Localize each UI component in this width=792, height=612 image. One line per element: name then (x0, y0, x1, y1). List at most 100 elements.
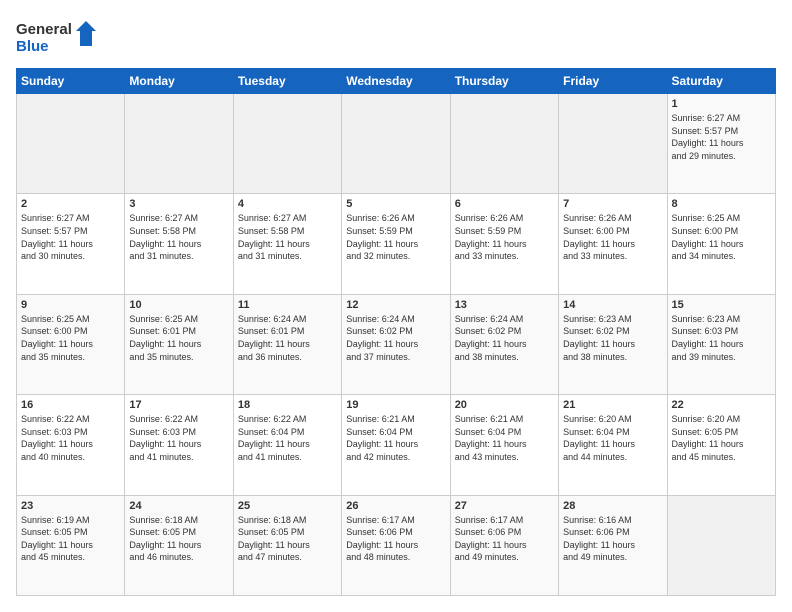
svg-text:Blue: Blue (16, 38, 49, 55)
day-info: Sunrise: 6:18 AM Sunset: 6:05 PM Dayligh… (129, 514, 228, 564)
calendar-cell: 26 Sunrise: 6:17 AM Sunset: 6:06 PM Dayli… (342, 495, 450, 595)
day-info: Sunrise: 6:24 AM Sunset: 6:02 PM Dayligh… (455, 313, 554, 363)
calendar-cell: 28Sunrise: 6:16 AM Sunset: 6:06 PM Dayli… (559, 495, 667, 595)
day-number: 27 (455, 500, 554, 512)
day-number: 15 (672, 299, 771, 311)
day-info: Sunrise: 6:18 AM Sunset: 6:05 PM Dayligh… (238, 514, 337, 564)
day-number: 23 (21, 500, 120, 512)
calendar-body: 1 Sunrise: 6:27 AM Sunset: 5:57 PM Daylig… (17, 94, 776, 596)
weekday-sunday: Sunday (17, 69, 125, 94)
weekday-tuesday: Tuesday (233, 69, 341, 94)
calendar-cell: 17 Sunrise: 6:22 AM Sunset: 6:03 PM Dayli… (125, 395, 233, 495)
weekday-saturday: Saturday (667, 69, 775, 94)
calendar-cell: 22Sunrise: 6:20 AM Sunset: 6:05 PM Dayli… (667, 395, 775, 495)
week-row-4: 23 Sunrise: 6:19 AM Sunset: 6:05 PM Dayli… (17, 495, 776, 595)
day-info: Sunrise: 6:17 AM Sunset: 6:06 PM Dayligh… (455, 514, 554, 564)
calendar-cell: 27 Sunrise: 6:17 AM Sunset: 6:06 PM Dayli… (450, 495, 558, 595)
day-info: Sunrise: 6:27 AM Sunset: 5:58 PM Dayligh… (129, 212, 228, 262)
day-number: 24 (129, 500, 228, 512)
logo: General Blue (16, 16, 96, 58)
day-number: 17 (129, 399, 228, 411)
day-number: 4 (238, 198, 337, 210)
calendar-cell: 25 Sunrise: 6:18 AM Sunset: 6:05 PM Dayli… (233, 495, 341, 595)
day-info: Sunrise: 6:17 AM Sunset: 6:06 PM Dayligh… (346, 514, 445, 564)
day-info: Sunrise: 6:26 AM Sunset: 6:00 PM Dayligh… (563, 212, 662, 262)
header: General Blue (16, 16, 776, 58)
day-number: 26 (346, 500, 445, 512)
day-info: Sunrise: 6:24 AM Sunset: 6:01 PM Dayligh… (238, 313, 337, 363)
calendar-cell: 2 Sunrise: 6:27 AM Sunset: 5:57 PM Daylig… (17, 194, 125, 294)
day-number: 2 (21, 198, 120, 210)
calendar-cell: 21 Sunrise: 6:20 AM Sunset: 6:04 PM Dayli… (559, 395, 667, 495)
day-info: Sunrise: 6:23 AM Sunset: 6:02 PM Dayligh… (563, 313, 662, 363)
day-number: 11 (238, 299, 337, 311)
week-row-2: 9 Sunrise: 6:25 AM Sunset: 6:00 PM Daylig… (17, 294, 776, 394)
calendar-header: SundayMondayTuesdayWednesdayThursdayFrid… (17, 69, 776, 94)
day-number: 9 (21, 299, 120, 311)
calendar-cell: 13 Sunrise: 6:24 AM Sunset: 6:02 PM Dayli… (450, 294, 558, 394)
weekday-thursday: Thursday (450, 69, 558, 94)
day-info: Sunrise: 6:22 AM Sunset: 6:03 PM Dayligh… (21, 413, 120, 463)
calendar-cell: 11 Sunrise: 6:24 AM Sunset: 6:01 PM Dayli… (233, 294, 341, 394)
day-info: Sunrise: 6:25 AM Sunset: 6:01 PM Dayligh… (129, 313, 228, 363)
day-info: Sunrise: 6:25 AM Sunset: 6:00 PM Dayligh… (21, 313, 120, 363)
calendar-cell: 23 Sunrise: 6:19 AM Sunset: 6:05 PM Dayli… (17, 495, 125, 595)
day-number: 25 (238, 500, 337, 512)
day-info: Sunrise: 6:27 AM Sunset: 5:57 PM Dayligh… (672, 112, 771, 162)
weekday-wednesday: Wednesday (342, 69, 450, 94)
day-number: 8 (672, 198, 771, 210)
day-number: 5 (346, 198, 445, 210)
day-info: Sunrise: 6:22 AM Sunset: 6:03 PM Dayligh… (129, 413, 228, 463)
day-info: Sunrise: 6:26 AM Sunset: 5:59 PM Dayligh… (455, 212, 554, 262)
day-info: Sunrise: 6:21 AM Sunset: 6:04 PM Dayligh… (455, 413, 554, 463)
calendar-cell: 16 Sunrise: 6:22 AM Sunset: 6:03 PM Dayli… (17, 395, 125, 495)
day-info: Sunrise: 6:27 AM Sunset: 5:57 PM Dayligh… (21, 212, 120, 262)
day-number: 12 (346, 299, 445, 311)
weekday-header-row: SundayMondayTuesdayWednesdayThursdayFrid… (17, 69, 776, 94)
calendar-cell (17, 94, 125, 194)
calendar-cell: 1 Sunrise: 6:27 AM Sunset: 5:57 PM Daylig… (667, 94, 775, 194)
calendar-cell: 19Sunrise: 6:21 AM Sunset: 6:04 PM Dayli… (342, 395, 450, 495)
day-number: 14 (563, 299, 662, 311)
day-number: 1 (672, 98, 771, 110)
day-number: 13 (455, 299, 554, 311)
calendar-cell: 7Sunrise: 6:26 AM Sunset: 6:00 PM Daylig… (559, 194, 667, 294)
calendar-cell (667, 495, 775, 595)
day-info: Sunrise: 6:27 AM Sunset: 5:58 PM Dayligh… (238, 212, 337, 262)
calendar-cell: 6Sunrise: 6:26 AM Sunset: 5:59 PM Daylig… (450, 194, 558, 294)
calendar-cell (559, 94, 667, 194)
day-number: 19 (346, 399, 445, 411)
calendar-cell (450, 94, 558, 194)
week-row-3: 16 Sunrise: 6:22 AM Sunset: 6:03 PM Dayli… (17, 395, 776, 495)
calendar-cell: 9 Sunrise: 6:25 AM Sunset: 6:00 PM Daylig… (17, 294, 125, 394)
day-number: 28 (563, 500, 662, 512)
day-number: 21 (563, 399, 662, 411)
calendar-cell: 24 Sunrise: 6:18 AM Sunset: 6:05 PM Dayli… (125, 495, 233, 595)
day-info: Sunrise: 6:19 AM Sunset: 6:05 PM Dayligh… (21, 514, 120, 564)
weekday-friday: Friday (559, 69, 667, 94)
day-number: 16 (21, 399, 120, 411)
calendar-cell (233, 94, 341, 194)
week-row-0: 1 Sunrise: 6:27 AM Sunset: 5:57 PM Daylig… (17, 94, 776, 194)
day-info: Sunrise: 6:23 AM Sunset: 6:03 PM Dayligh… (672, 313, 771, 363)
calendar-cell: 15 Sunrise: 6:23 AM Sunset: 6:03 PM Dayli… (667, 294, 775, 394)
calendar-cell: 18 Sunrise: 6:22 AM Sunset: 6:04 PM Dayli… (233, 395, 341, 495)
page: General Blue SundayMondayTuesdayWednesda… (0, 0, 792, 612)
svg-text:General: General (16, 21, 72, 38)
day-info: Sunrise: 6:24 AM Sunset: 6:02 PM Dayligh… (346, 313, 445, 363)
calendar-cell: 20 Sunrise: 6:21 AM Sunset: 6:04 PM Dayli… (450, 395, 558, 495)
calendar-cell: 10 Sunrise: 6:25 AM Sunset: 6:01 PM Dayli… (125, 294, 233, 394)
day-info: Sunrise: 6:20 AM Sunset: 6:04 PM Dayligh… (563, 413, 662, 463)
day-info: Sunrise: 6:25 AM Sunset: 6:00 PM Dayligh… (672, 212, 771, 262)
day-number: 18 (238, 399, 337, 411)
calendar-cell: 3Sunrise: 6:27 AM Sunset: 5:58 PM Daylig… (125, 194, 233, 294)
day-info: Sunrise: 6:26 AM Sunset: 5:59 PM Dayligh… (346, 212, 445, 262)
calendar-cell: 4 Sunrise: 6:27 AM Sunset: 5:58 PM Daylig… (233, 194, 341, 294)
day-info: Sunrise: 6:22 AM Sunset: 6:04 PM Dayligh… (238, 413, 337, 463)
day-number: 10 (129, 299, 228, 311)
calendar-cell (342, 94, 450, 194)
week-row-1: 2 Sunrise: 6:27 AM Sunset: 5:57 PM Daylig… (17, 194, 776, 294)
calendar-cell (125, 94, 233, 194)
day-number: 22 (672, 399, 771, 411)
day-number: 20 (455, 399, 554, 411)
